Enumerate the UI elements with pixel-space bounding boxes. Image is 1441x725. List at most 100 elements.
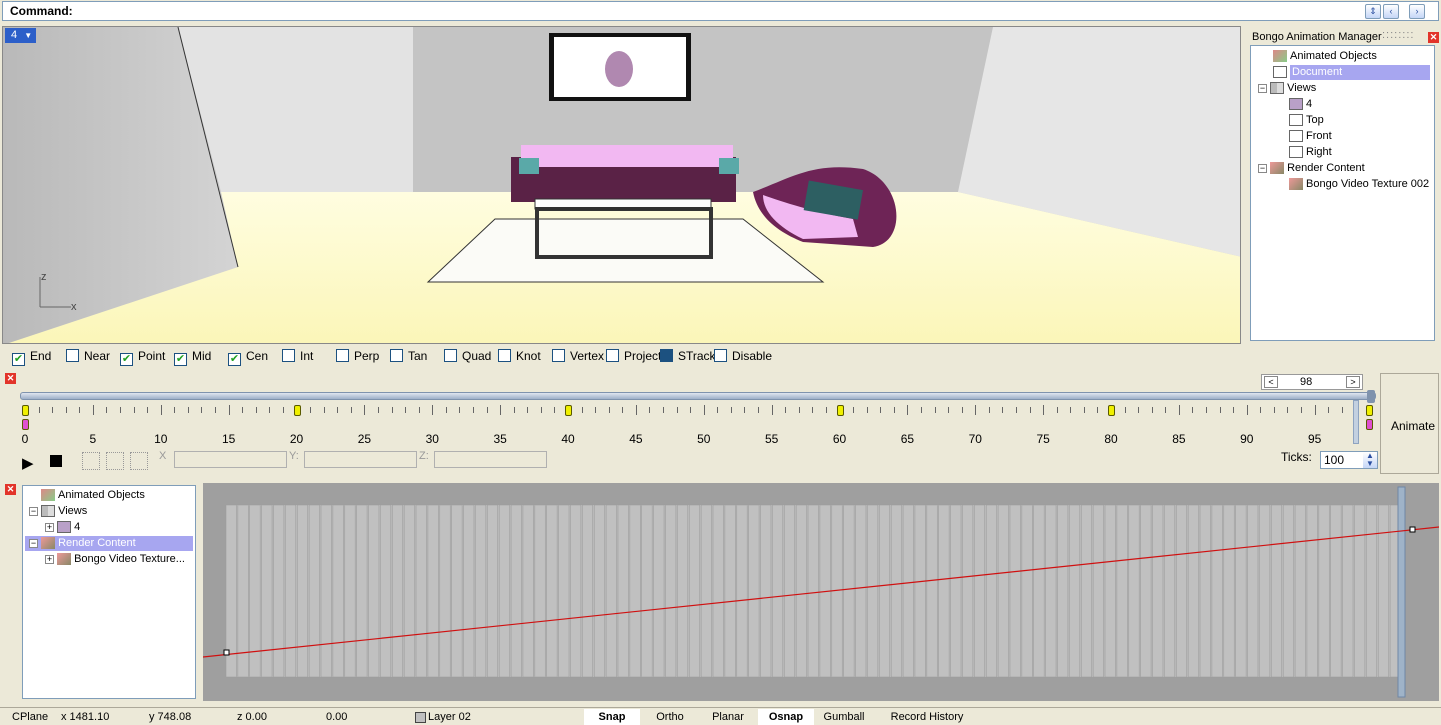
checkbox-icon[interactable] bbox=[66, 349, 79, 362]
osnap-vertex[interactable]: Vertex bbox=[552, 349, 604, 363]
move-key-icon[interactable] bbox=[82, 452, 100, 470]
osnap-button[interactable]: Osnap bbox=[758, 709, 814, 725]
command-bar[interactable]: Command: ⇕ ‹ › bbox=[2, 1, 1439, 21]
prev-frame-icon[interactable]: < bbox=[1264, 376, 1278, 388]
collapse-icon[interactable]: − bbox=[29, 538, 38, 548]
current-frame-marker[interactable] bbox=[1353, 400, 1359, 444]
keyframe-marker[interactable] bbox=[1365, 405, 1373, 416]
expand-icon[interactable]: + bbox=[45, 554, 54, 564]
viewport-menu-badge[interactable]: 4 ▼ bbox=[5, 28, 36, 43]
checkbox-icon[interactable] bbox=[498, 349, 511, 362]
graph-close-icon[interactable]: ✕ bbox=[5, 484, 16, 495]
checkbox-icon[interactable] bbox=[336, 349, 349, 362]
tree-item-video-texture[interactable]: + Bongo Video Texture... bbox=[45, 552, 185, 567]
checkbox-checked-icon[interactable]: ✔ bbox=[12, 353, 25, 366]
keyframe-end-marker[interactable] bbox=[22, 419, 29, 430]
gumball-button[interactable]: Gumball bbox=[816, 709, 872, 725]
close-icon[interactable]: ✕ bbox=[1428, 32, 1439, 43]
planar-button[interactable]: Planar bbox=[700, 709, 756, 725]
checkbox-checked-icon[interactable]: ✔ bbox=[120, 353, 133, 366]
animate-button[interactable]: Animate bbox=[1380, 373, 1439, 474]
bam-tree[interactable]: Animated Objects Document − Views 4 Top … bbox=[1250, 45, 1435, 341]
tree-item-views[interactable]: − Views bbox=[1258, 81, 1316, 96]
play-icon[interactable]: ▶ bbox=[22, 454, 34, 472]
tree-item-view-4[interactable]: 4 bbox=[1289, 97, 1312, 112]
checkbox-icon[interactable] bbox=[390, 349, 403, 362]
y-value-input[interactable] bbox=[304, 451, 417, 468]
command-back-icon[interactable]: ‹ bbox=[1383, 4, 1399, 19]
tree-item-document[interactable]: Document bbox=[1273, 65, 1435, 80]
osnap-int[interactable]: Int bbox=[282, 349, 313, 363]
keyframe-end-marker[interactable] bbox=[1365, 419, 1373, 430]
collapse-icon[interactable]: − bbox=[1258, 83, 1267, 93]
osnap-perp[interactable]: Perp bbox=[336, 349, 379, 363]
command-history-updown-icon[interactable]: ⇕ bbox=[1365, 4, 1381, 19]
expand-icon[interactable]: + bbox=[45, 522, 54, 532]
animated-objects-tree[interactable]: Animated Objects − Views + 4 − Render Co… bbox=[22, 485, 196, 699]
keyframe-marker[interactable] bbox=[565, 405, 572, 416]
command-forward-icon[interactable]: › bbox=[1409, 4, 1425, 19]
ticks-input[interactable]: 100 ▲ ▼ bbox=[1320, 451, 1378, 469]
frame-column bbox=[392, 504, 403, 678]
checkbox-icon[interactable] bbox=[282, 349, 295, 362]
osnap-strack[interactable]: STrack bbox=[660, 349, 716, 363]
tree-item-render-content[interactable]: − Render Content bbox=[1258, 161, 1365, 176]
record-history-button[interactable]: Record History bbox=[874, 709, 980, 725]
tree-item-view-4[interactable]: + 4 bbox=[45, 520, 80, 535]
keyframe-marker[interactable] bbox=[22, 405, 29, 416]
tree-item-animated-objects[interactable]: Animated Objects bbox=[41, 488, 145, 503]
osnap-tan[interactable]: Tan bbox=[390, 349, 427, 363]
z-value-input[interactable] bbox=[434, 451, 547, 468]
checkbox-icon[interactable] bbox=[714, 349, 727, 362]
osnap-project[interactable]: Project bbox=[606, 349, 661, 363]
next-frame-icon[interactable]: > bbox=[1346, 376, 1360, 388]
checkbox-icon[interactable] bbox=[606, 349, 619, 362]
layer-swatch-icon[interactable] bbox=[415, 712, 426, 723]
osnap-cen[interactable]: ✔ Cen bbox=[228, 349, 268, 366]
tree-item-video-texture[interactable]: Bongo Video Texture 002 bbox=[1289, 177, 1429, 192]
tree-item-render-content[interactable]: − Render Content bbox=[25, 536, 193, 551]
x-value-input[interactable] bbox=[174, 451, 287, 468]
function-curve-graph[interactable] bbox=[203, 483, 1439, 701]
tree-item-view-top[interactable]: Top bbox=[1289, 113, 1324, 128]
snap-button[interactable]: Snap bbox=[584, 709, 640, 725]
tree-item-view-front[interactable]: Front bbox=[1289, 129, 1332, 144]
osnap-near[interactable]: Near bbox=[66, 349, 110, 363]
tree-item-view-right[interactable]: Right bbox=[1289, 145, 1332, 160]
spinner-icon[interactable]: ▲ ▼ bbox=[1363, 452, 1377, 468]
scale-key-icon[interactable] bbox=[130, 452, 148, 470]
checkbox-checked-icon[interactable]: ✔ bbox=[228, 353, 241, 366]
osnap-point[interactable]: ✔ Point bbox=[120, 349, 165, 366]
osnap-disable[interactable]: Disable bbox=[714, 349, 772, 363]
checkbox-filled-icon[interactable] bbox=[660, 349, 673, 362]
current-frame[interactable]: 98 bbox=[1300, 376, 1312, 388]
layer-name[interactable]: Layer 02 bbox=[428, 711, 471, 723]
collapse-icon[interactable]: − bbox=[1258, 163, 1267, 173]
panel-grip-icon[interactable]: :::::::: bbox=[1382, 29, 1414, 41]
perspective-viewport[interactable]: 4 ▼ z x bbox=[2, 26, 1241, 344]
rotate-key-icon[interactable] bbox=[106, 452, 124, 470]
osnap-end[interactable]: ✔ End bbox=[12, 349, 51, 366]
tree-item-views[interactable]: − Views bbox=[29, 504, 87, 519]
checkbox-icon[interactable] bbox=[444, 349, 457, 362]
ortho-button[interactable]: Ortho bbox=[642, 709, 698, 725]
keyframe-marker[interactable] bbox=[293, 405, 301, 416]
timeline-close-icon[interactable]: ✕ bbox=[5, 373, 16, 384]
checkbox-icon[interactable] bbox=[552, 349, 565, 362]
stop-icon[interactable] bbox=[50, 455, 62, 467]
tree-item-animated-objects[interactable]: Animated Objects bbox=[1273, 49, 1377, 64]
checkbox-checked-icon[interactable]: ✔ bbox=[174, 353, 187, 366]
timeline-slider-track[interactable] bbox=[20, 392, 1376, 400]
osnap-quad[interactable]: Quad bbox=[444, 349, 491, 363]
frame-spinner[interactable]: < 98 > bbox=[1261, 374, 1363, 390]
timeline-slider-thumb[interactable] bbox=[1367, 390, 1375, 403]
keyframe-marker[interactable] bbox=[836, 405, 844, 416]
keyframe-marker[interactable] bbox=[1108, 405, 1115, 416]
z-coordinate: z 0.00 bbox=[237, 711, 267, 723]
collapse-icon[interactable]: − bbox=[29, 506, 38, 516]
timeline-tick bbox=[608, 407, 610, 413]
osnap-mid[interactable]: ✔ Mid bbox=[174, 349, 211, 366]
osnap-knot[interactable]: Knot bbox=[498, 349, 541, 363]
timeline-tick bbox=[187, 407, 189, 413]
frame-column bbox=[843, 504, 855, 678]
